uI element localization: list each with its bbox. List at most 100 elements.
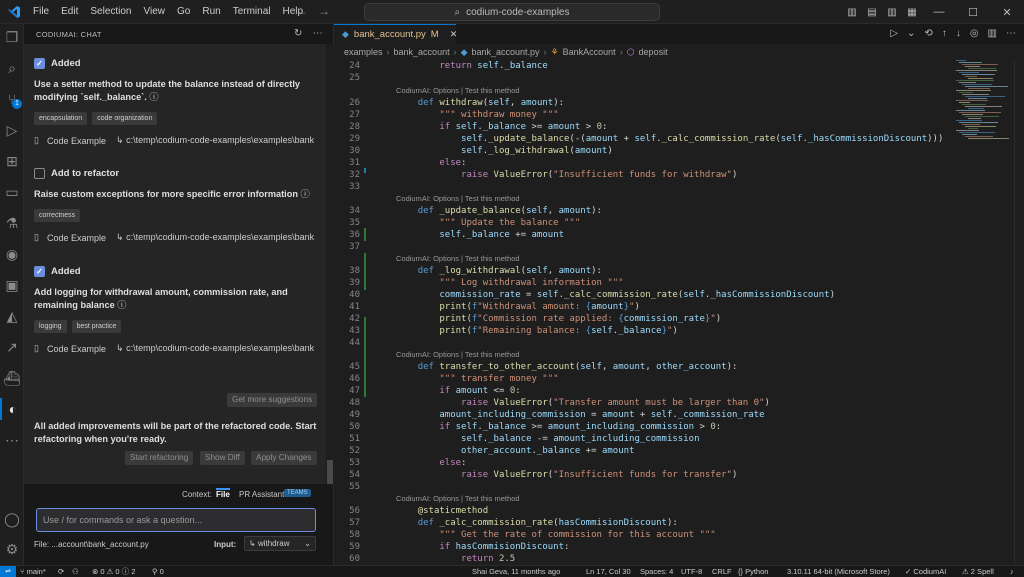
info-icon[interactable]: ⓘ — [149, 92, 158, 102]
checkbox-unchecked-icon[interactable] — [34, 167, 45, 179]
minimize-button[interactable]: — — [922, 6, 956, 18]
breadcrumb-item[interactable]: BankAccount — [563, 47, 616, 57]
ports-status[interactable]: ⚲ 0 — [152, 567, 164, 577]
split-editor-icon[interactable]: ▥ — [988, 28, 997, 39]
forward-arrow-icon[interactable]: → — [318, 4, 330, 18]
diff-gutter-marker[interactable] — [364, 168, 366, 173]
language-mode[interactable]: {} Python — [738, 567, 768, 577]
breadcrumb-item[interactable]: examples — [344, 47, 383, 57]
close-window-button[interactable]: ✕ — [990, 6, 1024, 19]
python-interpreter[interactable]: 3.10.11 64-bit (Microsoft Store) — [787, 567, 890, 577]
start-refactoring-button[interactable]: Start refactoring — [125, 451, 194, 465]
context-file-tab[interactable]: File — [216, 488, 230, 499]
codelens-options[interactable]: CodiumAI: Options | Test this method — [396, 86, 520, 96]
compare-icon[interactable]: ◎ — [970, 28, 979, 39]
codelens-options[interactable]: CodiumAI: Options | Test this method — [396, 194, 520, 204]
github-icon[interactable]: ◉ — [0, 243, 24, 265]
layout-secondary-icon[interactable]: ▥ — [882, 7, 902, 18]
checkbox-checked-icon[interactable]: ✓ — [34, 57, 45, 69]
show-diff-button[interactable]: Show Diff — [200, 451, 245, 465]
diff-gutter-marker[interactable] — [364, 317, 366, 397]
extensions-icon[interactable]: ⊞ — [0, 150, 24, 172]
eol-status[interactable]: CRLF — [712, 567, 732, 577]
encoding-status[interactable]: UTF-8 — [681, 567, 702, 577]
open-changes-icon[interactable]: ⟲ — [924, 28, 932, 39]
more-icon[interactable]: ⋯ — [0, 429, 24, 451]
chat-input[interactable]: Use / for commands or ask a question... — [36, 508, 316, 532]
problems-status[interactable]: ⊗ 0 ⚠ 0 ⓘ 2 — [92, 567, 135, 577]
codiumai-icon[interactable]: ◐ — [0, 398, 24, 420]
maximize-button[interactable]: ☐ — [956, 6, 990, 19]
diff-gutter-marker[interactable] — [364, 253, 366, 290]
source-control-icon[interactable]: ⑂ 1 — [0, 88, 24, 110]
menu-file[interactable]: File — [27, 0, 55, 24]
codiumai-status[interactable]: ✓ CodiumAI — [905, 567, 946, 577]
docker-icon[interactable]: ⛴ — [0, 367, 24, 389]
more-actions-icon[interactable]: ⋯ — [313, 28, 323, 39]
panel-scrollbar[interactable] — [326, 44, 334, 484]
breadcrumb-item[interactable]: bank_account — [394, 47, 450, 57]
testing-icon[interactable]: ⚗ — [0, 212, 24, 234]
indentation-status[interactable]: Spaces: 4 — [640, 567, 673, 577]
command-center[interactable]: ⌕ codium-code-examples — [364, 3, 660, 21]
code-example-link[interactable]: ▯ Code Example ↳ c:\temp\codium-code-exa… — [34, 135, 326, 146]
search-icon[interactable]: ⌕ — [0, 57, 24, 79]
context-pr-assistant-tab[interactable]: PR Assistant — [239, 490, 284, 499]
minimap-line — [968, 98, 987, 99]
run-debug-icon[interactable]: ▷ — [0, 119, 24, 141]
spell-status[interactable]: ⚠ 2 Spell — [962, 567, 994, 577]
azure-icon[interactable]: ◭ — [0, 305, 24, 327]
checkbox-checked-icon[interactable]: ✓ — [34, 265, 45, 277]
tab-bank-account-py[interactable]: ◆ bank_account.py M ✕ — [334, 24, 458, 44]
notifications-bell-icon[interactable]: ♪ — [1010, 567, 1014, 577]
codelens-options[interactable]: CodiumAI: Options | Test this method — [396, 254, 520, 264]
codelens-options[interactable]: CodiumAI: Options | Test this method — [396, 350, 520, 360]
menu-view[interactable]: View — [138, 0, 172, 24]
terminal-icon[interactable]: ▣ — [0, 274, 24, 296]
manage-gear-icon[interactable]: ⚙ — [0, 538, 24, 560]
code-example-link[interactable]: ▯ Code Example ↳ c:\temp\codium-code-exa… — [34, 343, 326, 354]
get-more-suggestions-button[interactable]: Get more suggestions — [227, 393, 318, 407]
layout-sidebar-icon[interactable]: ▥ — [842, 7, 862, 18]
menu-go[interactable]: Go — [171, 0, 196, 24]
layout-panel-icon[interactable]: ▤ — [862, 7, 882, 18]
menu-terminal[interactable]: Terminal — [227, 0, 277, 24]
editor-scrollbar[interactable] — [1014, 60, 1024, 565]
cursor-position[interactable]: Ln 17, Col 30 — [586, 567, 631, 577]
previous-change-icon[interactable]: ↑ — [942, 28, 947, 39]
apply-changes-button[interactable]: Apply Changes — [251, 451, 317, 465]
menu-selection[interactable]: Selection — [84, 0, 137, 24]
explorer-icon[interactable]: ❐ — [0, 26, 24, 48]
book-icon: ▯ — [34, 135, 39, 145]
run-python-icon[interactable]: ▷ — [890, 28, 898, 39]
publish-icon[interactable]: ⚇ — [72, 567, 79, 577]
menu-run[interactable]: Run — [196, 0, 226, 24]
account-icon[interactable]: ◯ — [0, 508, 24, 530]
sync-icon[interactable]: ⟳ — [58, 567, 64, 577]
breadcrumb-item[interactable]: deposit — [639, 47, 668, 57]
customize-layout-icon[interactable]: ▦ — [902, 7, 922, 18]
next-change-icon[interactable]: ↓ — [956, 28, 961, 39]
more-actions-icon[interactable]: ⋯ — [1006, 28, 1016, 39]
breadcrumb-item[interactable]: bank_account.py — [472, 47, 540, 57]
menu-edit[interactable]: Edit — [55, 0, 84, 24]
minimap-line — [962, 104, 986, 105]
info-icon[interactable]: ⓘ — [117, 300, 126, 310]
panel-scroll-thumb[interactable] — [327, 460, 333, 484]
branch-status[interactable]: ⑂ main* — [20, 567, 46, 577]
code-example-link[interactable]: ▯ Code Example ↳ c:\temp\codium-code-exa… — [34, 232, 326, 243]
remote-explorer-icon[interactable]: ▭ — [0, 181, 24, 203]
remote-indicator-icon[interactable]: ⇌ — [0, 566, 16, 577]
diff-gutter-marker[interactable] — [364, 228, 366, 241]
codelens-options[interactable]: CodiumAI: Options | Test this method — [396, 494, 520, 504]
refresh-icon[interactable]: ↻ — [294, 28, 303, 39]
code-view[interactable]: 24 return self._balance 25 CodiumAI: Optio… — [334, 60, 954, 565]
debug-icon[interactable]: ⌄ — [907, 28, 915, 39]
info-icon[interactable]: ⓘ — [301, 189, 310, 199]
close-tab-icon[interactable]: ✕ — [450, 29, 458, 40]
live-share-icon[interactable]: ↗ — [0, 336, 24, 358]
back-arrow-icon[interactable]: ← — [296, 4, 308, 18]
git-blame-status[interactable]: Shai Geva, 11 months ago — [472, 567, 560, 577]
input-method-select[interactable]: ↳ withdraw ⌄ — [244, 536, 316, 551]
minimap[interactable] — [956, 60, 1012, 150]
